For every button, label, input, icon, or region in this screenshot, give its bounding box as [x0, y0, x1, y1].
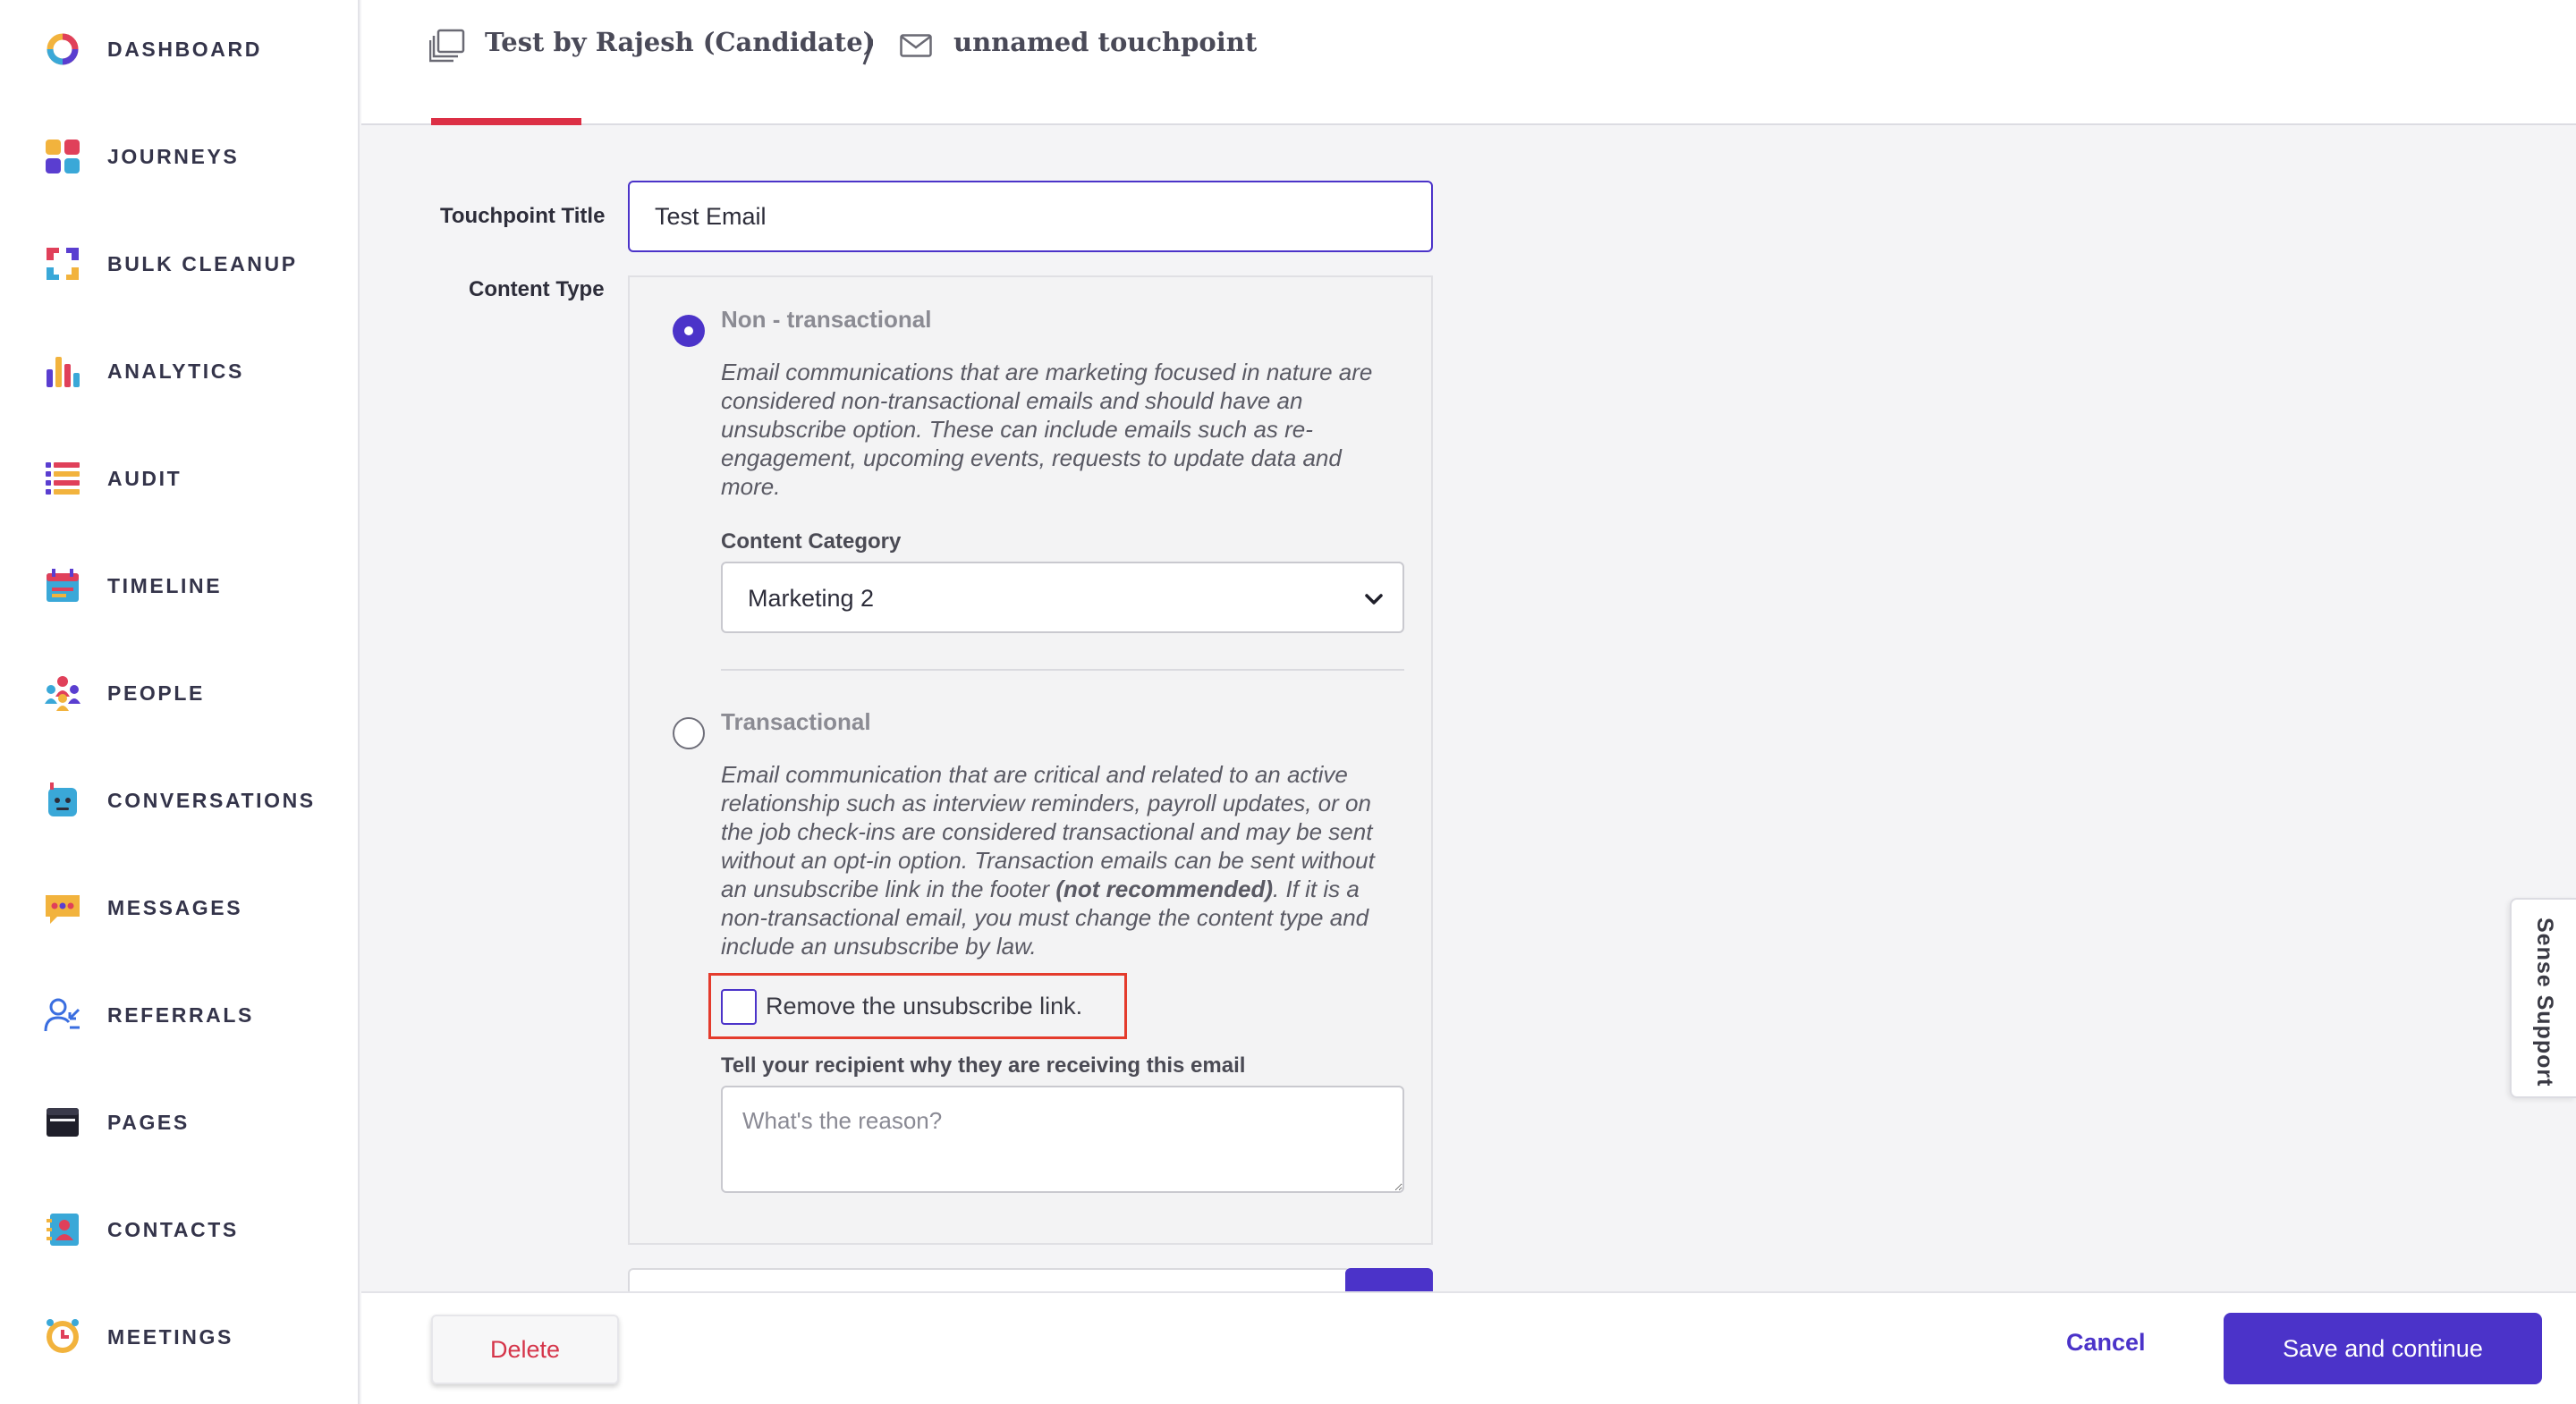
- dashboard-ring-icon: [47, 33, 79, 65]
- chevron-down-icon: [1365, 594, 1383, 605]
- reason-label: Tell your recipient why they are receivi…: [721, 1053, 1246, 1078]
- messages-bubble-icon: [46, 895, 80, 924]
- sidebar-item-timeline[interactable]: TIMELINE: [0, 550, 360, 622]
- sidebar-item-label: PAGES: [107, 1110, 190, 1134]
- sidebar-item-label: DASHBOARD: [107, 37, 262, 61]
- journey-copy-icon: [429, 29, 465, 63]
- sidebar-item-label: AUDIT: [107, 466, 182, 490]
- sidebar-item-pages[interactable]: PAGES: [0, 1087, 360, 1158]
- sidebar-item-label: JOURNEYS: [107, 144, 240, 168]
- partially-visible-field[interactable]: [628, 1268, 1351, 1291]
- meetings-clock-icon: [47, 1319, 79, 1353]
- delete-button[interactable]: Delete: [431, 1315, 619, 1384]
- not-recommended-emphasis: (not recommended): [1055, 875, 1274, 902]
- sidebar-item-audit[interactable]: AUDIT: [0, 443, 360, 514]
- bulk-cleanup-arrows-icon: [47, 248, 79, 280]
- people-group-icon: [45, 676, 80, 711]
- conversations-bot-icon: [48, 782, 77, 816]
- analytics-bars-icon: [47, 357, 80, 387]
- contacts-card-icon: [47, 1214, 79, 1246]
- option-divider: [721, 669, 1404, 671]
- sidebar-item-conversations[interactable]: CONVERSATIONS: [0, 765, 360, 836]
- sidebar-item-people[interactable]: PEOPLE: [0, 657, 360, 729]
- cancel-button[interactable]: Cancel: [2066, 1329, 2146, 1357]
- breadcrumb-separator: [862, 38, 873, 65]
- sidebar-item-label: PEOPLE: [107, 681, 205, 705]
- sidebar-item-meetings[interactable]: MEETINGS: [0, 1301, 360, 1373]
- sidebar-item-label: MESSAGES: [107, 895, 243, 919]
- content-category-select[interactable]: Marketing 2: [721, 562, 1404, 633]
- sense-support-tab[interactable]: Sense Support: [2510, 898, 2576, 1098]
- sidebar-item-label: BULK CLEANUP: [107, 251, 298, 275]
- sidebar-item-label: CONVERSATIONS: [107, 788, 316, 812]
- sidebar-item-analytics[interactable]: ANALYTICS: [0, 335, 360, 407]
- touchpoint-title-label: Touchpoint Title: [440, 204, 606, 228]
- sense-support-label: Sense Support: [2532, 918, 2557, 1087]
- active-tab-indicator: [431, 118, 581, 125]
- breadcrumb-touchpoint-title: unnamed touchpoint: [953, 27, 1258, 57]
- partially-visible-button[interactable]: [1345, 1268, 1433, 1291]
- content-category-value: Marketing 2: [748, 585, 875, 612]
- sidebar: DASHBOARD JOURNEYS BULK CLEANUP ANALYTIC…: [0, 0, 360, 1404]
- transactional-radio[interactable]: [673, 717, 705, 749]
- sidebar-item-messages[interactable]: MESSAGES: [0, 872, 360, 943]
- transactional-description: Email communication that are critical an…: [721, 761, 1375, 960]
- remove-unsubscribe-checkbox[interactable]: [721, 989, 757, 1025]
- sidebar-item-label: REFERRALS: [107, 1002, 254, 1027]
- sidebar-item-label: TIMELINE: [107, 573, 223, 597]
- breadcrumb-journey-title[interactable]: Test by Rajesh (Candidate): [485, 27, 875, 57]
- sidebar-item-label: MEETINGS: [107, 1324, 233, 1349]
- sidebar-item-dashboard[interactable]: DASHBOARD: [0, 13, 360, 85]
- reason-textarea[interactable]: [721, 1086, 1404, 1193]
- sidebar-item-label: CONTACTS: [107, 1217, 239, 1241]
- transactional-title[interactable]: Transactional: [721, 708, 871, 736]
- sidebar-item-label: ANALYTICS: [107, 359, 244, 383]
- sidebar-item-journeys[interactable]: JOURNEYS: [0, 121, 360, 192]
- sidebar-item-referrals[interactable]: REFERRALS: [0, 979, 360, 1051]
- audit-list-icon: [46, 462, 80, 495]
- remove-unsubscribe-label[interactable]: Remove the unsubscribe link.: [766, 993, 1082, 1020]
- referrals-person-icon: [44, 998, 80, 1032]
- save-and-continue-button[interactable]: Save and continue: [2224, 1313, 2542, 1384]
- non-transactional-description: Email communications that are marketing …: [721, 359, 1373, 500]
- breadcrumb-header: Test by Rajesh (Candidate) unnamed touch…: [361, 0, 2576, 125]
- sidebar-item-bulk-cleanup[interactable]: BULK CLEANUP: [0, 228, 360, 300]
- touchpoint-title-input[interactable]: [628, 181, 1433, 252]
- sidebar-item-contacts[interactable]: CONTACTS: [0, 1194, 360, 1265]
- non-transactional-radio[interactable]: [673, 315, 705, 347]
- non-transactional-title[interactable]: Non - transactional: [721, 306, 931, 334]
- content-type-label: Content Type: [469, 277, 605, 301]
- timeline-calendar-icon: [47, 569, 79, 602]
- envelope-icon: [900, 34, 932, 57]
- pages-browser-icon: [47, 1108, 79, 1137]
- content-category-label: Content Category: [721, 529, 902, 554]
- journeys-grid-icon: [46, 140, 80, 173]
